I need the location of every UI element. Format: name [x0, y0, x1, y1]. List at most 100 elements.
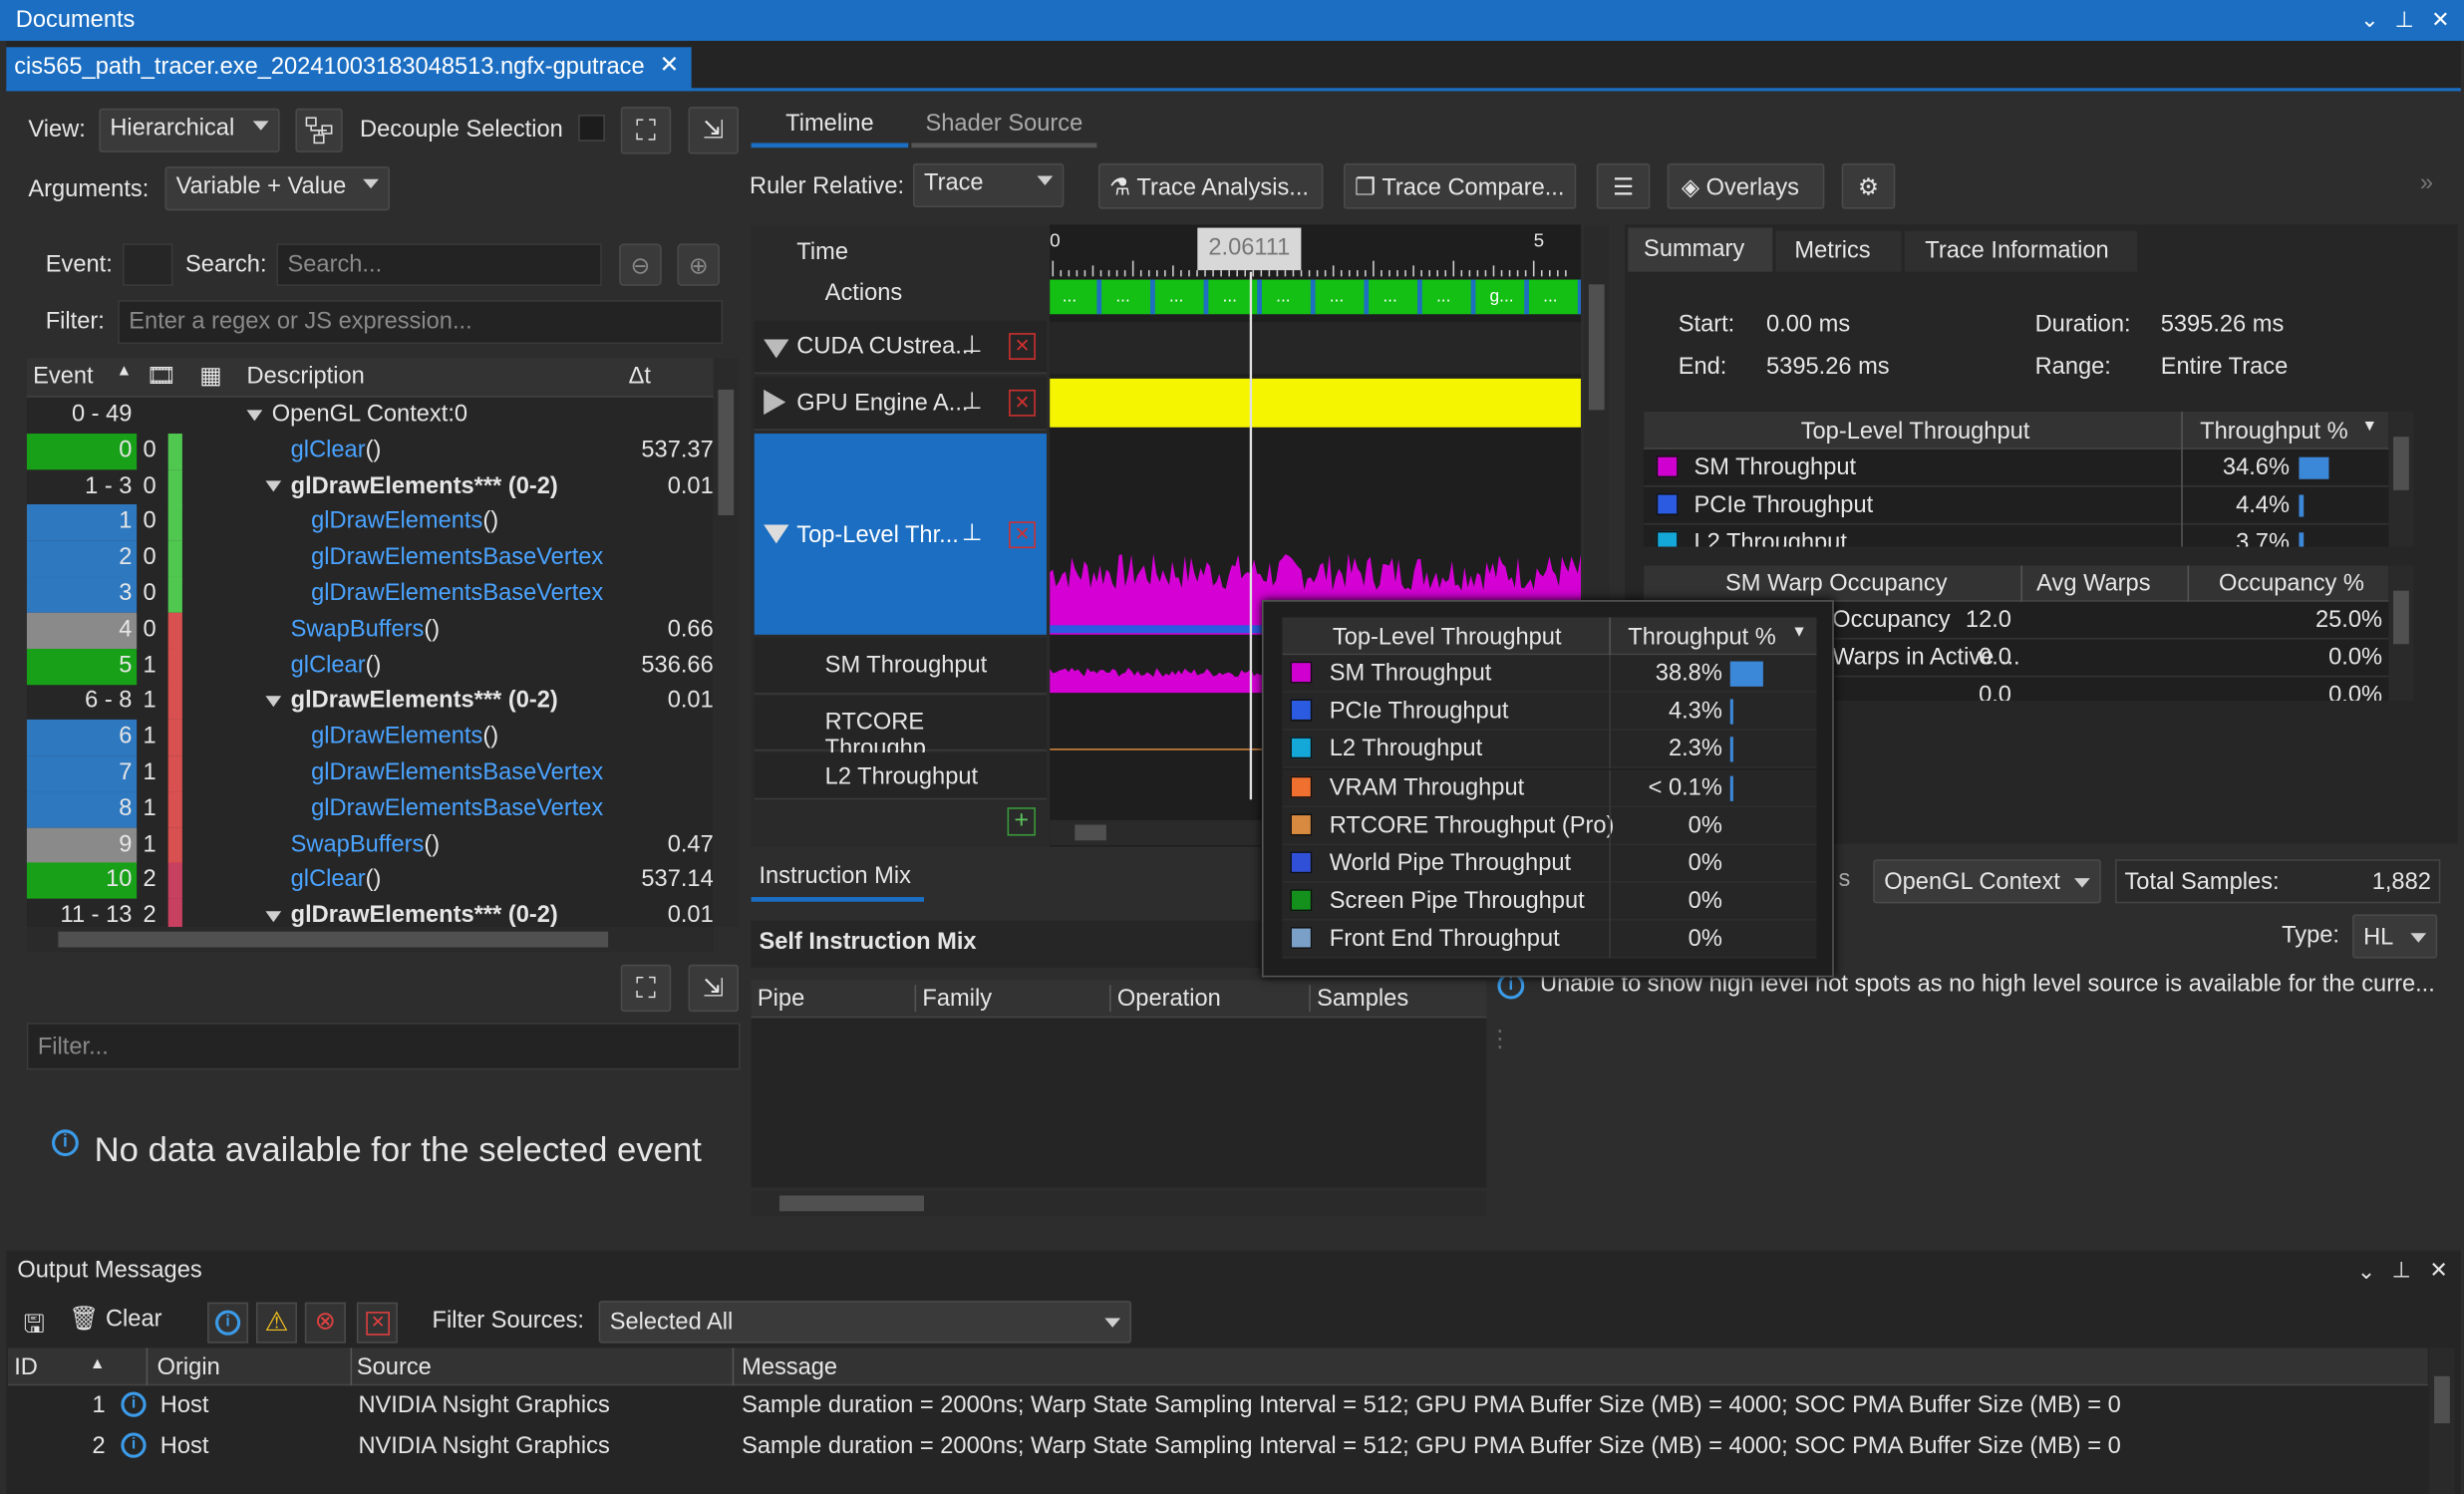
event-description[interactable]: glDrawElements()	[311, 505, 498, 535]
output-row[interactable]: 2 i Host NVIDIA Nsight Graphics Sample durat…	[8, 1426, 2428, 1467]
tab-timeline[interactable]: Timeline	[751, 101, 909, 149]
remove-track-icon[interactable]: ✕	[1009, 521, 1036, 549]
col-message[interactable]: Message	[742, 1354, 837, 1381]
search-next-icon[interactable]: ⊕	[677, 243, 721, 286]
warp-vscroll[interactable]	[2388, 565, 2414, 701]
chevron-down-icon[interactable]: ⌄	[2357, 6, 2382, 33]
col-throughput-pct[interactable]: Throughput %	[2200, 418, 2348, 445]
tab-shader-source[interactable]: Shader Source	[911, 101, 1097, 149]
event-description[interactable]: glDrawElementsBaseVertex	[311, 755, 603, 785]
col-description[interactable]: Description	[247, 363, 365, 390]
table-row[interactable]: 6 1 glDrawElements()	[26, 720, 714, 756]
dropdown-icon[interactable]: ▼	[2362, 418, 2378, 435]
event-description[interactable]: SwapBuffers()	[291, 612, 440, 643]
track-top-level[interactable]: Top-Level Thr... ⊥ ✕	[754, 434, 1047, 635]
col-origin[interactable]: Origin	[157, 1354, 220, 1381]
output-row[interactable]: 1 i Host NVIDIA Nsight Graphics Sample durat…	[8, 1385, 2428, 1426]
table-row[interactable]: 8 1 glDrawElementsBaseVertex	[26, 791, 714, 828]
event-hscroll[interactable]	[26, 926, 714, 953]
trace-compare-button[interactable]: ❐ Trace Compare...	[1343, 162, 1577, 209]
close-icon[interactable]: ✕	[2429, 1257, 2447, 1284]
collapse-icon[interactable]: ⇲	[688, 107, 739, 154]
col-operation[interactable]: Operation	[1109, 985, 1221, 1013]
track-rtcore[interactable]: RTCORE Throughp...	[754, 696, 1047, 761]
type-select[interactable]: HL	[2352, 914, 2438, 959]
list-icon[interactable]: ☰	[1596, 162, 1651, 209]
tab-trace-information[interactable]: Trace Information	[1904, 230, 2138, 272]
event-description[interactable]: glDrawElements*** (0-2)	[265, 469, 558, 499]
col-occupancy[interactable]: Occupancy %	[2219, 570, 2364, 597]
trace-analysis-button[interactable]: ⚗ Trace Analysis...	[1097, 162, 1324, 209]
col-id[interactable]: ID	[14, 1354, 38, 1381]
search-prev-icon[interactable]: ⊖	[619, 243, 662, 286]
arguments-select[interactable]: Variable + Value	[164, 166, 390, 211]
event-description[interactable]: glDrawElements*** (0-2)	[265, 684, 558, 714]
warning-icon[interactable]: ⚠	[255, 1302, 297, 1344]
table-row[interactable]: 11 - 13 2 glDrawElements*** (0-2) 0.01	[27, 898, 714, 929]
throughput-row[interactable]: L2 Throughput 3.7%	[1644, 524, 2388, 547]
timeline-hscroll[interactable]	[1050, 819, 1270, 846]
search-input[interactable]: Search...	[276, 243, 602, 286]
col-avg-warps[interactable]: Avg Warps	[2036, 570, 2150, 597]
filter-sources-select[interactable]: Selected All	[598, 1301, 1132, 1344]
pin-icon[interactable]: ⊥	[962, 518, 983, 547]
close-tab-icon[interactable]: ✕	[659, 50, 679, 79]
error-filter-toggle[interactable]: ✕	[356, 1302, 398, 1344]
chevron-right-icon[interactable]: »	[2420, 169, 2433, 196]
col-family[interactable]: Family	[914, 985, 992, 1013]
track-l2[interactable]: L2 Throughput	[754, 752, 1047, 800]
pin-icon[interactable]: ⊥	[962, 387, 983, 415]
throughput-vscroll[interactable]	[2388, 411, 2414, 547]
document-tab[interactable]: cis565_path_tracer.exe_20241003183048513…	[6, 47, 692, 92]
gear-icon[interactable]: ⚙	[1841, 162, 1896, 209]
tab-instruction-mix[interactable]: Instruction Mix	[751, 858, 924, 902]
event-description[interactable]: glDrawElementsBaseVertex	[311, 541, 603, 571]
hierarchy-icon[interactable]	[295, 108, 343, 152]
remove-track-icon[interactable]: ✕	[1009, 389, 1036, 417]
expand-triangle-icon[interactable]	[265, 480, 282, 492]
overlays-button[interactable]: ◈ Overlays	[1667, 162, 1825, 209]
col-delta[interactable]: Δt	[629, 363, 651, 390]
tab-metrics[interactable]: Metrics	[1775, 230, 1902, 272]
event-input[interactable]	[122, 243, 173, 286]
throughput-row[interactable]: PCIe Throughput 4.4%	[1644, 486, 2389, 525]
throughput-row[interactable]: SM Throughput 34.6%	[1644, 448, 2389, 487]
view-select[interactable]: Hierarchical	[99, 108, 280, 152]
ruler-select[interactable]: Trace	[912, 162, 1065, 208]
table-row[interactable]: 6 - 8 1 glDrawElements*** (0-2) 0.01	[27, 684, 714, 721]
table-row[interactable]: 3 0 glDrawElementsBaseVertex	[26, 576, 714, 613]
table-row[interactable]: 5 1 glClear() 536.66	[26, 648, 714, 685]
col-samples[interactable]: Samples	[1309, 985, 1408, 1013]
chevron-down-icon[interactable]: ⌄	[2357, 1259, 2375, 1286]
save-icon[interactable]: 🖫	[24, 1307, 46, 1349]
output-vscroll[interactable]	[2429, 1347, 2455, 1494]
expand-triangle-icon[interactable]	[246, 409, 263, 421]
col-pipe[interactable]: Pipe	[758, 985, 804, 1012]
clear-button[interactable]: 🗑 Clear	[69, 1304, 161, 1333]
track-cuda[interactable]: CUDA CUstrea... ⊥ ✕	[754, 320, 1047, 375]
event-description[interactable]: OpenGL Context:0	[246, 398, 467, 428]
table-row[interactable]: 10 2 glClear() 537.14	[26, 862, 714, 900]
expand-icon[interactable]: ⛶	[620, 107, 672, 154]
filter-input[interactable]: Enter a regex or JS expression...	[118, 300, 724, 345]
pin-icon[interactable]: ⊥	[2391, 1257, 2410, 1284]
instruction-hscroll[interactable]	[751, 1190, 1487, 1217]
event-description[interactable]: glDrawElements()	[311, 720, 498, 749]
error-icon[interactable]: ⊗	[304, 1302, 346, 1344]
track-sm[interactable]: SM Throughput	[754, 637, 1047, 695]
expand-icon[interactable]: ⛶	[620, 964, 672, 1013]
event-description[interactable]: glDrawElements*** (0-2)	[265, 899, 558, 929]
event-description[interactable]: glClear()	[291, 863, 382, 893]
pin-icon[interactable]: ⊥	[2391, 6, 2416, 33]
event-description[interactable]: glClear()	[291, 648, 382, 678]
event-description[interactable]: SwapBuffers()	[291, 827, 440, 857]
table-row[interactable]: 9 1 SwapBuffers() 0.47	[26, 827, 714, 864]
bottom-filter-input[interactable]: Filter...	[26, 1023, 741, 1070]
table-row[interactable]: 1 - 3 0 glDrawElements*** (0-2) 0.01	[27, 468, 714, 505]
close-icon[interactable]: ✕	[2428, 6, 2453, 33]
track-gpu-engine[interactable]: GPU Engine A... ⊥ ✕	[754, 377, 1047, 431]
add-track-icon[interactable]: +	[1007, 807, 1036, 836]
collapse-icon[interactable]: ⇲	[688, 964, 739, 1013]
table-row[interactable]: 0 - 49 OpenGL Context:0	[27, 398, 714, 434]
col-warp-name[interactable]: SM Warp Occupancy	[1725, 570, 1948, 597]
